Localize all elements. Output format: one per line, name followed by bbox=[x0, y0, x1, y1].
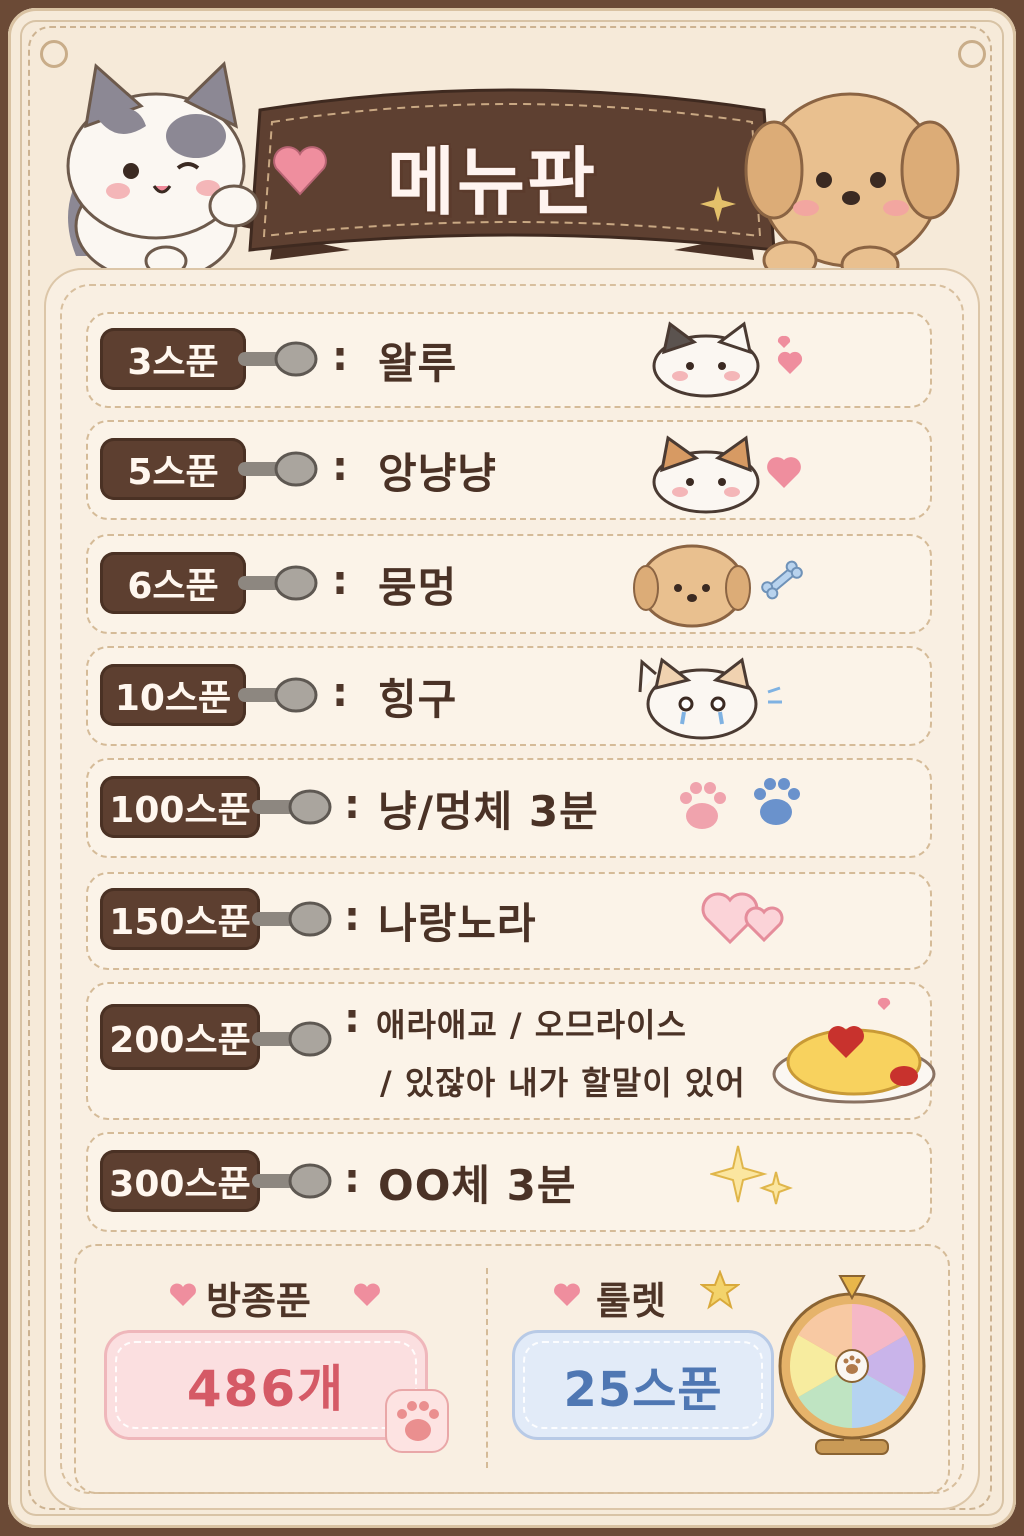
bottom-divider bbox=[486, 1268, 488, 1468]
heart-icon bbox=[170, 1283, 196, 1306]
separator-colon: : bbox=[332, 558, 348, 604]
spoon-icon bbox=[238, 451, 318, 487]
broadcast-end-value: 486개 bbox=[186, 1360, 346, 1418]
hearts-icon bbox=[701, 892, 784, 945]
heart-icon bbox=[273, 146, 327, 196]
puppy-mascot-icon bbox=[744, 92, 960, 280]
cat-mascot-icon bbox=[66, 60, 260, 276]
separator-colon: : bbox=[344, 894, 360, 940]
spoon-icon bbox=[238, 341, 318, 377]
separator-colon: : bbox=[344, 1156, 360, 1202]
separator-colon: : bbox=[344, 996, 360, 1042]
sparkle-icon bbox=[700, 186, 736, 222]
menu-item-name-line1: 애라애교 / 오므라이스 bbox=[376, 1006, 687, 1044]
menu-item-name-line2: / 있잖아 내가 할말이 있어 bbox=[380, 1064, 746, 1102]
spoon-price-tag: 150스푼 bbox=[100, 888, 260, 950]
star-icon bbox=[700, 1270, 740, 1310]
separator-colon: : bbox=[332, 334, 348, 380]
roulette-value-box: 25스푼 bbox=[512, 1330, 774, 1440]
sparkles-icon bbox=[710, 1145, 793, 1205]
roulette-wheel-icon bbox=[778, 1275, 926, 1455]
roulette-value: 25스푼 bbox=[563, 1362, 723, 1418]
spoon-price-tag: 6스푼 bbox=[100, 552, 246, 614]
spoon-price-tag: 3스푼 bbox=[100, 328, 246, 390]
heart-icon bbox=[354, 1283, 380, 1306]
menu-item-name: OO체 3분 bbox=[378, 1161, 577, 1210]
spoon-icon bbox=[252, 1021, 332, 1057]
spoon-price-tag: 200스푼 bbox=[100, 1004, 260, 1070]
omurice-icon bbox=[772, 997, 936, 1104]
paw-icon bbox=[385, 1389, 449, 1453]
menu-item-name: 뭉멍 bbox=[378, 563, 458, 612]
roulette-label: 룰렛 bbox=[596, 1279, 666, 1323]
menu-item-name: 힝구 bbox=[378, 675, 458, 724]
menu-item-name: 왈루 bbox=[378, 339, 458, 388]
broadcast-end-value-box: 486개 bbox=[104, 1330, 428, 1440]
spoon-price-tag: 300스푼 bbox=[100, 1150, 260, 1212]
separator-colon: : bbox=[344, 782, 360, 828]
broadcast-end-label: 방종푼 bbox=[206, 1279, 311, 1323]
paw-prints-icon bbox=[680, 778, 800, 829]
spoon-icon bbox=[252, 901, 332, 937]
spoon-price-tag: 10스푼 bbox=[100, 664, 246, 726]
menu-item-name: 나랑노라 bbox=[378, 899, 537, 948]
heart-icon bbox=[554, 1283, 580, 1306]
spoon-icon bbox=[252, 789, 332, 825]
spoon-price-tag: 100스푼 bbox=[100, 776, 260, 838]
cat-smile-icon bbox=[652, 435, 801, 514]
spoon-icon bbox=[238, 565, 318, 601]
cat-crying-icon bbox=[638, 657, 782, 740]
puppy-icon bbox=[633, 544, 803, 628]
spoon-icon bbox=[238, 677, 318, 713]
spoon-price-tag: 5스푼 bbox=[100, 438, 246, 500]
spoon-icon bbox=[252, 1163, 332, 1199]
separator-colon: : bbox=[332, 444, 348, 490]
separator-colon: : bbox=[332, 670, 348, 716]
menu-item-name: 앙냥냥 bbox=[378, 449, 497, 498]
menu-item-name: 냥/멍체 3분 bbox=[378, 787, 599, 836]
cat-wink-icon bbox=[652, 321, 803, 398]
